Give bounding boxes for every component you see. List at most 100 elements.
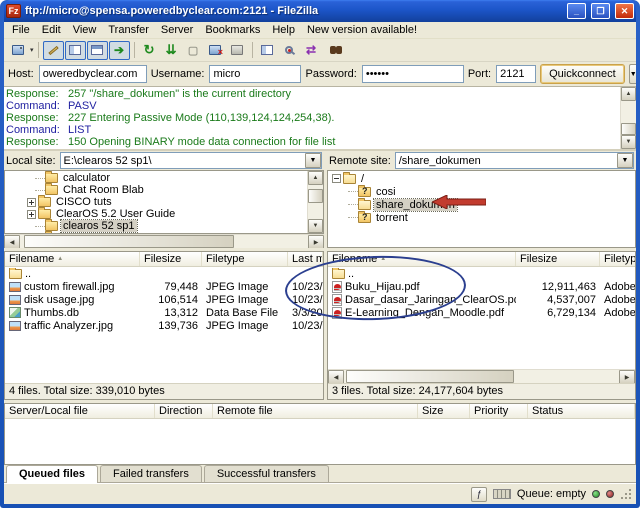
activity-led-red (606, 490, 614, 498)
tree-scroll-thumb[interactable] (308, 189, 323, 203)
remote-tree-pane: Remote site: /share_dokumen ▼ / cosi sha… (327, 151, 636, 248)
quickconnect-button[interactable]: Quickconnect (540, 64, 625, 84)
port-input[interactable] (496, 65, 537, 83)
column-filesize[interactable]: Filesize (140, 252, 202, 266)
list-item-updir[interactable]: .. (5, 267, 323, 280)
column-server-local-file[interactable]: Server/Local file (5, 404, 155, 418)
tab-failed-transfers[interactable]: Failed transfers (100, 465, 202, 482)
scroll-left-icon[interactable]: ◀ (4, 235, 20, 248)
refresh-button[interactable]: ↻ (139, 41, 160, 60)
tab-queued-files[interactable]: Queued files (6, 465, 99, 483)
list-item[interactable]: Thumbs.db13,312Data Base File3/3/2011 10… (5, 306, 323, 319)
list-item[interactable]: Dasar_dasar_Jaringan_ClearOS.pdf 4,537,00… (328, 293, 635, 306)
column-remote-file[interactable]: Remote file (213, 404, 418, 418)
find-files-button[interactable] (323, 41, 344, 60)
column-filename[interactable]: Filename ▲ (5, 252, 140, 266)
close-button[interactable]: ✕ (615, 3, 634, 19)
combo-dropdown-icon[interactable]: ▼ (305, 153, 321, 168)
combo-dropdown-icon[interactable]: ▼ (617, 153, 633, 168)
tree-item-cisco-tuts[interactable]: CISCO tuts (7, 195, 307, 208)
scroll-right-icon[interactable]: ▶ (308, 235, 324, 248)
menu-transfer[interactable]: Transfer (102, 23, 155, 37)
column-direction[interactable]: Direction (155, 404, 213, 418)
sort-asc-icon: ▲ (57, 256, 64, 262)
column-filename[interactable]: Filename ▲ (328, 252, 516, 266)
site-manager-dropdown[interactable]: ▾ (30, 46, 34, 54)
local-site-combo[interactable]: E:\clearos 52 sp1\ ▼ (59, 152, 322, 169)
process-queue-button[interactable]: ⇊ (161, 41, 182, 60)
list-item[interactable]: traffic Analyzer.jpg 139,736 JPEG Image 10/… (5, 319, 323, 332)
tab-successful-transfers[interactable]: Successful transfers (203, 465, 329, 482)
scroll-up-icon[interactable]: ▲ (621, 87, 636, 101)
remote-site-combo[interactable]: /share_dokumen ▼ (394, 152, 634, 169)
column-filetype[interactable]: Filetype (600, 252, 635, 266)
remote-tree-toggle-button[interactable] (86, 40, 108, 60)
minimize-button[interactable]: _ (567, 3, 586, 19)
list-item[interactable]: E-Learning_Dengan_Moodle.pdf 6,729,134 Ado… (328, 306, 635, 319)
synchronized-browsing-button[interactable]: ⇄ (301, 41, 322, 60)
column-filesize[interactable]: Filesize (516, 252, 600, 266)
remote-file-pane: Filename▲ Filesize Filetype Last modifie… (327, 251, 636, 400)
scroll-left-icon[interactable]: ◀ (328, 370, 344, 384)
list-item[interactable]: Buku_Hijau.pdf12,911,463Adobe Acro...5/7… (328, 280, 635, 293)
scroll-down-icon[interactable]: ▼ (308, 219, 323, 233)
remote-list-horizontal-scrollbar[interactable]: ◀ ▶ (328, 369, 635, 384)
maximize-button[interactable]: ❐ (591, 3, 610, 19)
menu-view[interactable]: View (67, 23, 103, 37)
menu-help[interactable]: Help (266, 23, 301, 37)
log-line: Command: PASV (6, 100, 97, 112)
menu-server[interactable]: Server (155, 23, 199, 37)
tree-item-clearos-user-guide[interactable]: ClearOS 5.2 User Guide (7, 207, 307, 220)
tree-item-calculator[interactable]: calculator (7, 171, 307, 184)
menu-edit[interactable]: Edit (36, 23, 67, 37)
list-hscroll-thumb[interactable] (346, 370, 514, 383)
scroll-up-icon[interactable]: ▲ (308, 171, 323, 185)
message-log-toggle-button[interactable] (42, 40, 64, 60)
tree-item-clearos-52-sp1[interactable]: clearos 52 sp1 (7, 219, 307, 233)
column-status[interactable]: Status (528, 404, 635, 418)
resize-grip[interactable] (620, 488, 632, 500)
site-manager-button[interactable] (7, 41, 28, 60)
local-tree-toggle-button[interactable] (64, 40, 86, 60)
tree-item-clearos-competitive[interactable]: Clearos Competitive (7, 231, 307, 233)
queue-toggle-button[interactable]: ➔ (108, 40, 130, 60)
column-size[interactable]: Size (418, 404, 470, 418)
sort-asc-icon: ▲ (380, 256, 387, 262)
tree-item-root[interactable]: / (330, 171, 635, 185)
quickconnect-dropdown[interactable]: ▼ (628, 64, 636, 84)
menu-new-version[interactable]: New version available! (301, 23, 423, 37)
disconnect-button[interactable]: × (205, 41, 226, 60)
list-item-updir[interactable]: .. (328, 267, 635, 280)
directory-comparison-button[interactable] (279, 41, 300, 60)
tree-item-cosi[interactable]: cosi (330, 184, 635, 198)
log-vertical-scrollbar[interactable]: ▲ ▼ (620, 87, 636, 149)
menu-bookmarks[interactable]: Bookmarks (199, 23, 266, 37)
list-item[interactable]: disk usage.jpg106,514JPEG Image10/23/201… (5, 293, 323, 306)
reconnect-button[interactable] (227, 41, 248, 60)
local-tree-horizontal-scrollbar[interactable]: ◀ ▶ (4, 234, 324, 248)
expand-icon[interactable] (27, 209, 36, 219)
scroll-right-icon[interactable]: ▶ (619, 370, 635, 384)
cancel-operation-button[interactable]: ▢ (183, 41, 204, 60)
host-input[interactable] (38, 65, 147, 83)
column-last-modified[interactable]: Last modified (288, 252, 323, 266)
log-scroll-thumb[interactable] (621, 123, 636, 135)
toolbar-separator (133, 42, 135, 58)
filter-button[interactable] (257, 41, 278, 60)
scroll-down-icon[interactable]: ▼ (621, 135, 636, 149)
tree-hscroll-thumb[interactable] (24, 235, 234, 248)
column-priority[interactable]: Priority (470, 404, 528, 418)
expand-icon[interactable] (27, 197, 36, 207)
username-input[interactable] (209, 65, 302, 83)
list-item[interactable]: custom firewall.jpg 79,448 JPEG Image 10/23… (5, 280, 323, 293)
password-input[interactable] (361, 65, 464, 83)
tree-item-chat-room-blab[interactable]: Chat Room Blab (7, 183, 307, 196)
title-bar[interactable]: Fz ftp://micro@spensa.poweredbyclear.com… (4, 0, 636, 22)
column-filetype[interactable]: Filetype (202, 252, 288, 266)
collapse-icon[interactable] (332, 174, 341, 183)
tree-item-share-dokumen[interactable]: share_dokumen (330, 197, 635, 212)
menu-file[interactable]: File (6, 23, 36, 37)
tree-item-torrent[interactable]: torrent (330, 210, 635, 224)
local-tree-vertical-scrollbar[interactable]: ▲ ▼ (307, 171, 323, 233)
speed-limit-icon[interactable]: ƒ (470, 486, 487, 502)
